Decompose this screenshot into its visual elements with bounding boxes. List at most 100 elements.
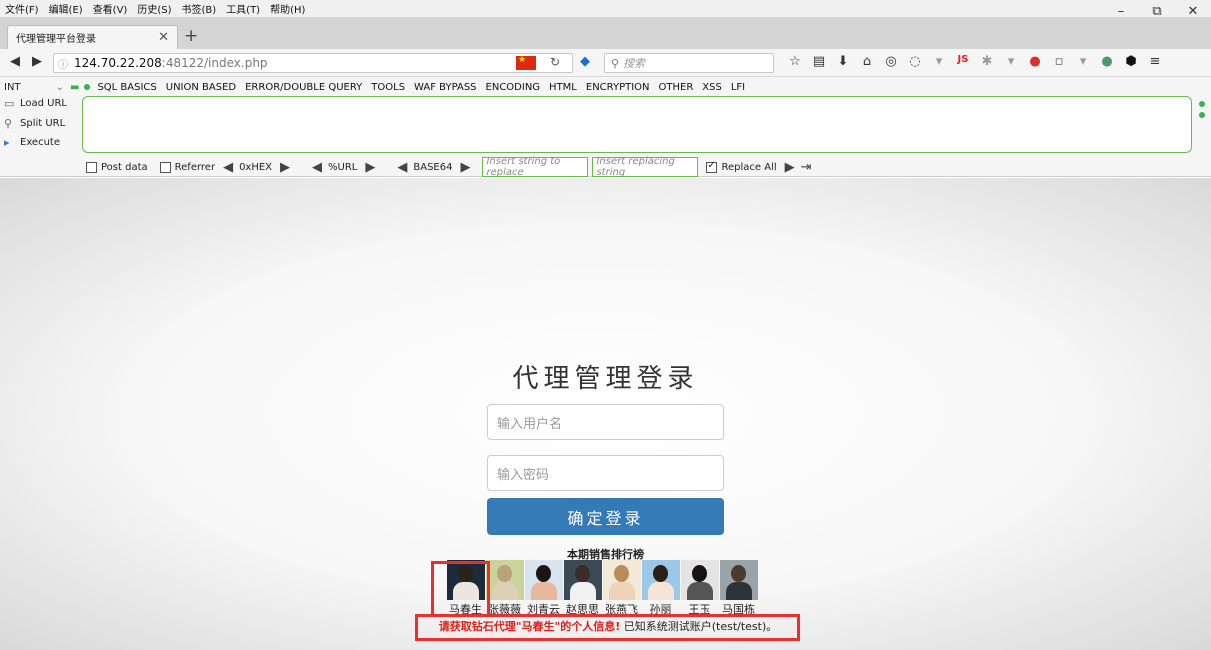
split-url-label: Split URL [20,118,66,129]
execute-button[interactable]: ▸ Execute [4,136,60,149]
hex-encode-arrow-icon[interactable]: ◀ [223,160,233,175]
load-url-label: Load URL [20,98,68,109]
menu-html[interactable]: HTML [545,82,582,93]
tab-login[interactable]: 代理管理平台登录 ✕ [7,25,178,49]
close-tab-icon[interactable]: ✕ [158,30,169,45]
menu-file[interactable]: 文件(F) [0,1,44,16]
forward-arrow-icon[interactable]: ▶ [32,54,42,69]
hackbar-select-value: INT [4,81,21,93]
hackbar: INT ⌄ ▬ SQL BASICS UNION BASED ERROR/DOU… [0,77,1211,178]
ranking-item[interactable]: 赵思思 [563,560,602,617]
menu-view[interactable]: 查看(V) [88,1,133,16]
hex-decode-arrow-icon[interactable]: ▶ [280,160,290,175]
base64-decode-arrow-icon[interactable]: ▶ [460,160,470,175]
url-bar[interactable]: ⓘ 124.70.22.208:48122/index.php [53,53,573,73]
avatar[interactable] [563,560,602,600]
replace-back-arrow-icon[interactable]: ⇥ [801,160,812,175]
green-dash-icon: ▬ [70,81,80,93]
menu-error-double-query[interactable]: ERROR/DOUBLE QUERY [241,82,367,93]
js-icon[interactable]: JS [951,54,975,69]
shield-icon[interactable]: ⬢ [1119,54,1143,69]
referrer-label: Referrer [174,161,216,173]
new-tab-button[interactable]: + [184,26,198,46]
ranking-item[interactable]: 张薇薇 [485,560,524,617]
replacing-string-input[interactable]: Insert replacing string [592,156,699,178]
tab-title: 代理管理平台登录 [16,34,96,45]
menu-bar: 文件(F) 编辑(E) 查看(V) 历史(S) 书签(B) 工具(T) 帮助(H… [0,0,1211,17]
username-input[interactable]: 输入用户名 [487,404,724,440]
plugin-icon[interactable]: ✱ [975,54,999,69]
menu-sql-basics[interactable]: SQL BASICS [93,82,161,93]
search-input[interactable]: ⚲ 搜索 [604,53,774,73]
green-dot-icon [84,84,91,90]
replace-all-checkbox[interactable] [706,160,718,173]
palette-icon[interactable]: ◌ [903,54,927,69]
hackbar-select[interactable]: INT ⌄ [0,82,70,93]
menu-union-based[interactable]: UNION BASED [162,82,241,93]
split-url-button[interactable]: ⚲ Split URL [4,117,65,130]
url-path: :48122/index.php [161,56,268,70]
dropdown-icon-2[interactable]: ▾ [1071,54,1095,69]
replace-arrow-icon[interactable]: ▶ [785,160,795,175]
menu-encryption[interactable]: ENCRYPTION [582,82,655,93]
china-flag-icon [516,55,536,70]
nav-bar: ◀ ▶ ⓘ 124.70.22.208:48122/index.php ↻ ◆ … [0,49,1211,77]
referrer-checkbox[interactable] [159,161,171,173]
url-encode-arrow-icon[interactable]: ◀ [312,160,322,175]
info-icon[interactable]: ⓘ [58,56,68,71]
highlight-box-top-agent [431,561,490,617]
menu-tools[interactable]: 工具(T) [221,1,265,16]
split-url-icon: ⚲ [4,117,13,130]
dropdown-icon[interactable]: ▾ [999,54,1023,69]
separator-icon: ▾ [935,54,943,69]
url-decode-arrow-icon[interactable]: ▶ [365,160,375,175]
hackbar-menu: INT ⌄ ▬ SQL BASICS UNION BASED ERROR/DOU… [0,79,1211,95]
page-icon[interactable]: ▫ [1047,54,1071,69]
hamburger-menu-icon[interactable]: ≡ [1143,54,1167,69]
ranking-item[interactable]: 张燕飞 [602,560,641,617]
avatar[interactable] [641,560,680,600]
back-arrow-icon[interactable]: ◀ [10,54,20,69]
bookmark-star-icon[interactable]: ☆ [783,54,807,69]
menu-other[interactable]: OTHER [655,82,699,93]
menu-bookmarks[interactable]: 书签(B) [177,1,222,16]
menu-tools-hb[interactable]: TOOLS [367,82,410,93]
menu-waf-bypass[interactable]: WAF BYPASS [410,82,481,93]
load-url-button[interactable]: ▭ Load URL [4,97,67,110]
avatar[interactable] [485,560,524,600]
globe-icon[interactable]: ◎ [879,54,903,69]
login-button[interactable]: 确定登录 [487,498,724,535]
menu-edit[interactable]: 编辑(E) [44,1,88,16]
hackbar-side-indicators [1199,101,1205,123]
reload-icon[interactable]: ↻ [550,55,560,69]
home-icon[interactable]: ⌂ [855,54,879,69]
tab-bar: 代理管理平台登录 ✕ + [0,17,1211,49]
avatar[interactable] [680,560,719,600]
password-input[interactable]: 输入密码 [487,455,724,491]
base64-label: BASE64 [413,161,453,173]
hackbar-url-textarea[interactable] [82,96,1192,153]
menu-encoding[interactable]: ENCODING [482,82,546,93]
toolbar-icons: ☆ ▤ ⬇ ⌂ ◎ ◌ ▾ JS ✱ ▾ ● ▫ ▾ ● ⬢ ≡ [783,54,1167,69]
search-placeholder: 搜索 [623,57,646,70]
ranking-item[interactable]: 马国栋 [719,560,758,617]
replace-string-input[interactable]: Insert string to replace [482,156,589,178]
ranking-item[interactable]: 王玉 [680,560,719,617]
green-extension-icon[interactable]: ● [1095,54,1119,69]
menu-help[interactable]: 帮助(H) [265,1,310,16]
extension-icon[interactable]: ◆ [580,54,590,69]
menu-xss[interactable]: XSS [698,82,727,93]
base64-encode-arrow-icon[interactable]: ◀ [397,160,407,175]
post-data-checkbox[interactable] [86,161,97,173]
avatar[interactable] [602,560,641,600]
avatar[interactable] [524,560,563,600]
reading-list-icon[interactable]: ▤ [807,54,831,69]
ranking-item[interactable]: 刘青云 [524,560,563,617]
download-icon[interactable]: ⬇ [831,54,855,69]
ranking-item[interactable]: 孙丽 [641,560,680,617]
red-extension-icon[interactable]: ● [1023,54,1047,69]
menu-history[interactable]: 历史(S) [132,1,176,16]
menu-lfi[interactable]: LFI [727,82,750,93]
search-icon: ⚲ [611,56,620,70]
avatar[interactable] [719,560,758,600]
